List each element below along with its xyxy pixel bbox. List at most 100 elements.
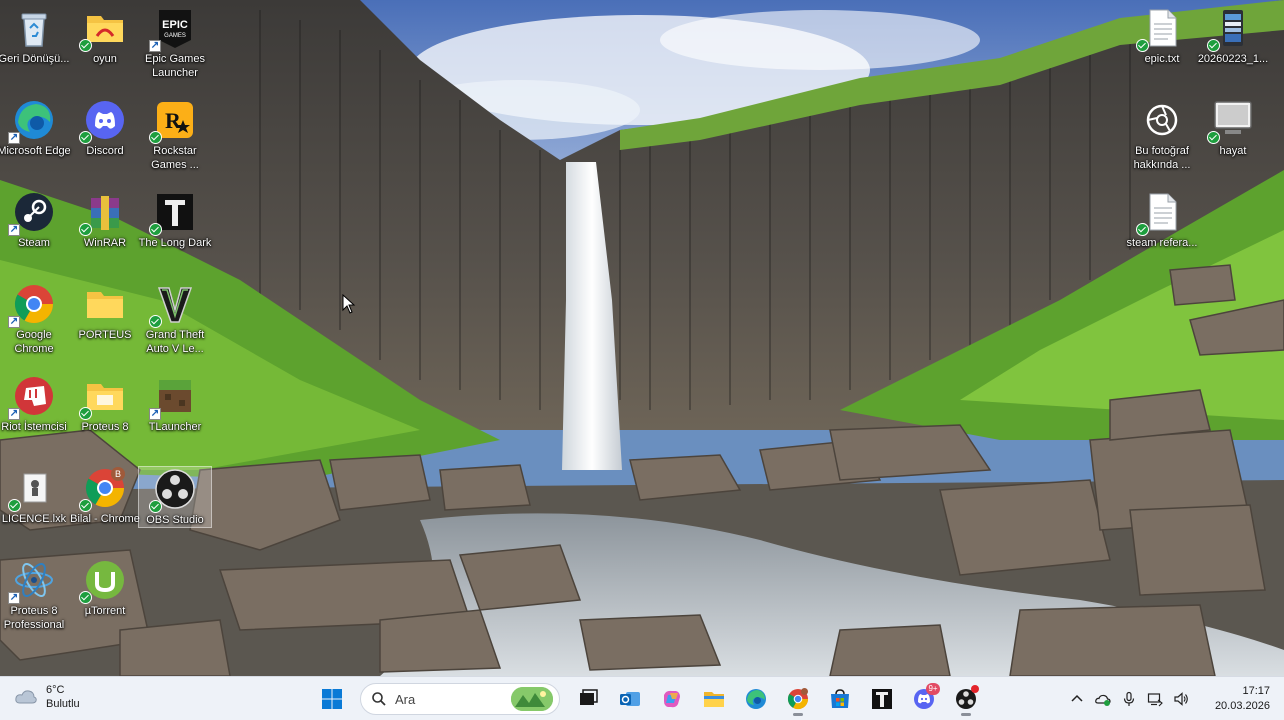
text-file-icon [1136,190,1184,236]
desktop-icon-obs[interactable]: OBS Studio [138,466,212,528]
desktop-icon-image-file[interactable]: 20260223_1... [1196,6,1270,66]
desktop-icon-licence[interactable]: LICENCE.lxk [0,466,71,526]
desktop-icon-hayat[interactable]: hayat [1196,98,1270,158]
desktop-icon-label: oyun [93,53,117,65]
taskbar-the-long-dark[interactable] [864,681,900,717]
sync-status-icon [149,131,162,144]
epic-games-icon: EPIC GAMES ↗ [149,6,197,52]
desktop-icon-about-photo[interactable]: Bu fotoğraf hakkında ... [1125,98,1199,172]
taskbar-copilot[interactable] [654,681,690,717]
desktop-icon-chrome[interactable]: ↗ Google Chrome [0,282,71,356]
weather-condition: Bulutlu [46,698,80,710]
desktop-icon-label: Epic Games Launcher [145,53,205,79]
discord-icon [79,98,127,144]
desktop-icon-label: Riot İstemcisi [1,421,67,433]
recording-indicator-icon [971,685,979,693]
desktop-icon-rockstar[interactable]: R Rockstar Games ... [138,98,212,172]
image-file-icon [1207,6,1255,52]
desktop-icon-proteus-8-pro[interactable]: ↗ Proteus 8 Professional [0,558,71,632]
desktop-icon-label: WinRAR [83,237,127,249]
shortcut-arrow-icon: ↗ [8,408,20,420]
desktop: Geri Dönüşü... ↗ Microsoft Edge ↗ Steam … [0,0,1284,676]
desktop-icon-edge[interactable]: ↗ Microsoft Edge [0,98,71,158]
search-placeholder: Ara [395,691,416,707]
cloud-icon [15,690,37,704]
taskbar-file-explorer[interactable] [696,681,732,717]
tray-network[interactable] [1142,677,1168,720]
chrome-icon [787,688,809,710]
desktop-icon-porteus[interactable]: PORTEUS [68,282,142,342]
desktop-icon-epic-txt[interactable]: epic.txt [1125,6,1199,66]
desktop-icon-label: Proteus 8 Professional [3,605,65,631]
taskbar-microsoft-store[interactable] [822,681,858,717]
gta-v-icon [149,282,197,328]
copilot-icon [664,690,680,708]
desktop-icon-label: epic.txt [1144,53,1180,65]
desktop-icon-label: LICENCE.lxk [1,513,67,525]
sync-status-icon [1207,39,1220,52]
tray-volume[interactable] [1168,677,1194,720]
chrome-profile-icon: B [79,466,127,512]
sync-status-icon [149,315,162,328]
shortcut-arrow-icon: ↗ [8,592,20,604]
desktop-icon-label: Grand Theft Auto V Le... [145,329,205,355]
desktop-icon-the-long-dark[interactable]: The Long Dark [138,190,212,250]
taskbar-outlook[interactable] [612,681,648,717]
text-file-icon [1136,6,1184,52]
network-icon [1147,693,1163,707]
onedrive-icon [1095,694,1111,706]
weather-widget[interactable]: 6°C Bulutlu [14,683,80,711]
shortcut-arrow-icon: ↗ [149,40,161,52]
desktop-icon-label: Rockstar Games ... [151,145,199,171]
folder-icon [79,6,127,52]
sync-status-icon [79,223,92,236]
tray-onedrive[interactable] [1090,677,1116,720]
desktop-icon-epic-games[interactable]: EPIC GAMES ↗ Epic Games Launcher [138,6,212,80]
proteus-icon: ↗ [8,558,56,604]
desktop-icon-bilal-chrome[interactable]: B Bilal - Chrome [68,466,142,526]
desktop-icon-label: Microsoft Edge [0,145,71,157]
desktop-icon-proteus-8-folder[interactable]: Proteus 8 [68,374,142,434]
show-hidden-icons-button[interactable] [1064,677,1090,720]
taskbar-edge[interactable] [738,681,774,717]
task-view-button[interactable] [570,681,606,717]
desktop-icon-recycle-bin[interactable]: Geri Dönüşü... [0,6,71,66]
sync-status-icon [79,591,92,604]
desktop-icon-riot[interactable]: ↗ Riot İstemcisi [0,374,71,434]
taskbar-obs[interactable] [948,681,984,717]
shortcut-arrow-icon: ↗ [149,408,161,420]
desktop-icon-utorrent[interactable]: µTorrent [68,558,142,618]
svg-text:EPIC: EPIC [162,19,188,31]
desktop-icon-label: Geri Dönüşü... [0,53,70,65]
edge-icon [746,689,766,709]
desktop-icon-label: 20260223_1... [1197,53,1269,65]
tray-microphone[interactable] [1116,677,1142,720]
svg-text:GAMES: GAMES [164,33,186,39]
desktop-icon-oyun[interactable]: oyun [68,6,142,66]
sync-status-icon [149,223,162,236]
speaker-icon [1174,692,1188,706]
desktop-icon-gta-v[interactable]: Grand Theft Auto V Le... [138,282,212,356]
desktop-icon-steam[interactable]: ↗ Steam [0,190,71,250]
utorrent-icon [79,558,127,604]
taskbar-discord[interactable]: 9+ [906,681,942,717]
clock-time: 17:17 [1242,685,1270,697]
sync-status-icon [79,499,92,512]
desktop-icon-tlauncher[interactable]: ↗ TLauncher [138,374,212,434]
winrar-icon [79,190,127,236]
riot-icon: ↗ [8,374,56,420]
taskbar-chrome[interactable] [780,681,816,717]
taskbar: 6°C Bulutlu Ara 9+ 17:17 20.03.2026 [0,676,1284,720]
desktop-icon-winrar[interactable]: WinRAR [68,190,142,250]
taskbar-search-box[interactable]: Ara [360,683,560,715]
desktop-icon-label: Steam [18,237,50,249]
shortcut-arrow-icon: ↗ [8,132,20,144]
search-icon [372,692,386,706]
desktop-icon-discord[interactable]: Discord [68,98,142,158]
recycle-bin-icon [12,6,56,50]
start-button[interactable] [314,681,350,717]
desktop-icon-steam-ref[interactable]: steam refera... [1125,190,1199,250]
clock[interactable]: 17:17 20.03.2026 [1194,684,1284,714]
sync-status-icon [79,131,92,144]
store-icon [831,689,849,708]
